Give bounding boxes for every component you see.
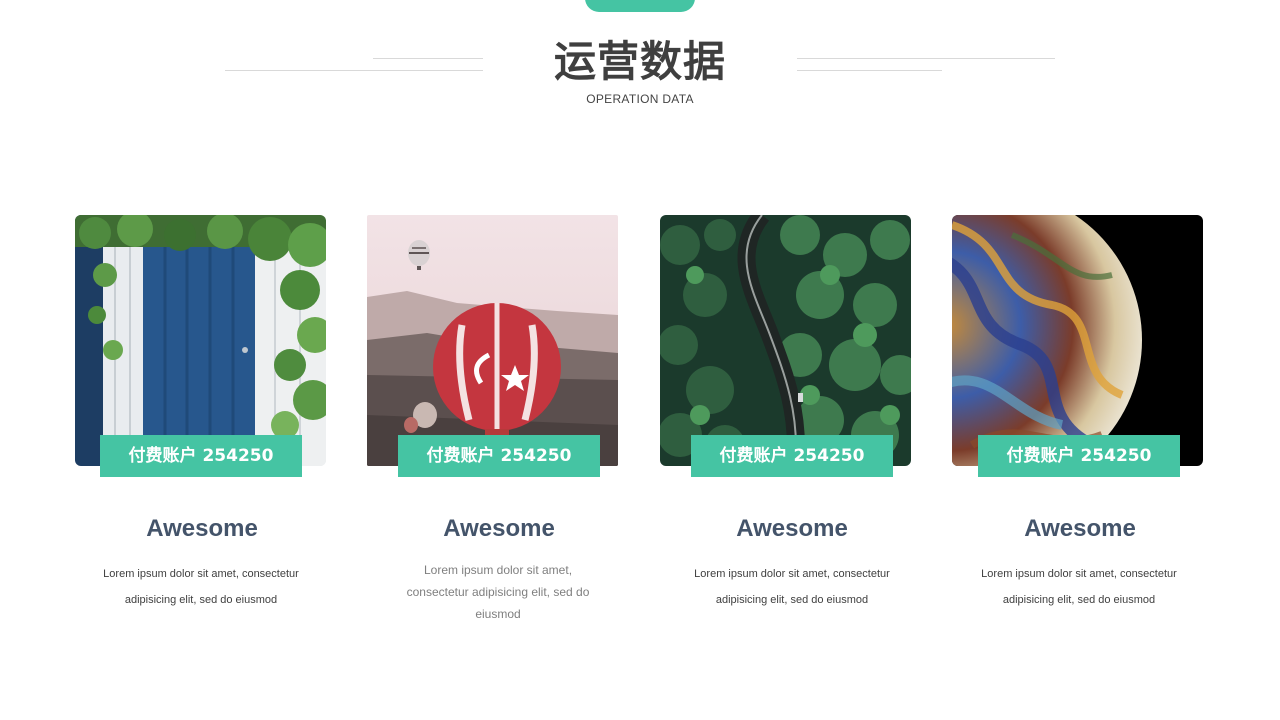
page-subtitle: OPERATION DATA bbox=[586, 92, 694, 106]
balloon-photo bbox=[367, 215, 618, 466]
door-photo bbox=[75, 215, 326, 466]
paid-accounts-badge: 付费账户 254250 bbox=[100, 435, 302, 477]
paid-accounts-badge: 付费账户 254250 bbox=[398, 435, 600, 477]
forest-road-photo bbox=[660, 215, 911, 466]
page-title: 运营数据 bbox=[553, 37, 726, 86]
slide: 运营数据 OPERATION DATA 付费账户 254250 Awesome … bbox=[0, 0, 1280, 720]
card-description: Lorem ipsum dolor sit amet, consectetur … bbox=[406, 563, 590, 621]
top-accent-tab bbox=[585, 0, 695, 12]
card-title: Awesome bbox=[1024, 515, 1136, 542]
data-card-1: 付费账户 254250 Awesome Lorem ipsum dolor si… bbox=[75, 215, 327, 606]
data-card-3: 付费账户 254250 Awesome Lorem ipsum dolor si… bbox=[660, 215, 912, 606]
card-title: Awesome bbox=[146, 515, 258, 542]
header-line-right-lower bbox=[797, 70, 942, 71]
card-description: Lorem ipsum dolor sit amet, consectetur … bbox=[981, 568, 1177, 606]
planet-photo bbox=[952, 215, 1203, 466]
card-description: Lorem ipsum dolor sit amet, consectetur … bbox=[103, 568, 299, 606]
header-line-left-lower bbox=[225, 70, 483, 71]
data-card-2: 付费账户 254250 Awesome Lorem ipsum dolor si… bbox=[367, 215, 619, 621]
card-description: Lorem ipsum dolor sit amet, consectetur … bbox=[694, 568, 890, 606]
paid-accounts-badge: 付费账户 254250 bbox=[691, 435, 893, 477]
card-title: Awesome bbox=[443, 515, 555, 542]
paid-accounts-badge: 付费账户 254250 bbox=[978, 435, 1180, 477]
header-line-right-upper bbox=[797, 58, 1055, 59]
card-title: Awesome bbox=[736, 515, 848, 542]
header-line-left-upper bbox=[373, 58, 483, 59]
data-card-4: 付费账户 254250 Awesome Lorem ipsum dolor si… bbox=[952, 215, 1204, 606]
